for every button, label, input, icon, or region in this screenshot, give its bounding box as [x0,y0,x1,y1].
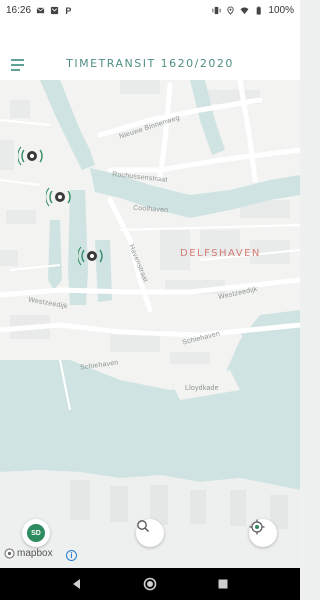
status-right: 100% [212,5,294,16]
attribution-info-button[interactable]: i [66,550,77,561]
mapbox-logo-icon [4,548,15,559]
wifi-icon [240,6,249,14]
battery-icon [257,6,262,15]
email-icon [50,6,59,14]
search-icon [137,520,149,532]
map-view[interactable]: Nieuwe Binnenweg Rochussenstraat Coolhav… [0,80,300,568]
home-button[interactable] [138,572,162,596]
svg-text:P: P [65,6,71,15]
parking-icon: P [65,6,71,15]
recents-icon [218,579,228,589]
status-left: 16:26 P [6,5,73,16]
navigation-bar [0,568,300,600]
locate-button[interactable] [249,519,277,547]
mapbox-label: mapbox [17,548,53,559]
sd-button[interactable]: SD [22,519,50,547]
home-icon [143,577,157,591]
back-button[interactable] [65,572,89,596]
poi-marker-icon[interactable] [78,242,106,270]
app-header: TIMETRANSIT 1620/2020 [0,20,300,80]
district-label: DELFSHAVEN [180,248,261,259]
recents-button[interactable] [211,572,235,596]
status-bar: 16:26 P 100% [0,0,300,20]
battery-percentage: 100% [268,4,294,16]
mail-icon [36,7,45,13]
status-time: 16:26 [6,4,32,16]
location-icon [227,5,235,15]
back-icon [72,579,80,589]
poi-marker-icon[interactable] [46,183,74,211]
sd-badge: SD [27,524,45,542]
label-lloydkade: Lloydkade [185,385,219,392]
app-title: TIMETRANSIT 1620/2020 [66,57,234,70]
locate-icon [249,519,265,535]
search-button[interactable] [136,519,164,547]
vibrate-icon [212,6,221,14]
poi-marker-icon[interactable] [18,142,46,170]
mapbox-attribution[interactable]: mapbox [4,548,53,559]
